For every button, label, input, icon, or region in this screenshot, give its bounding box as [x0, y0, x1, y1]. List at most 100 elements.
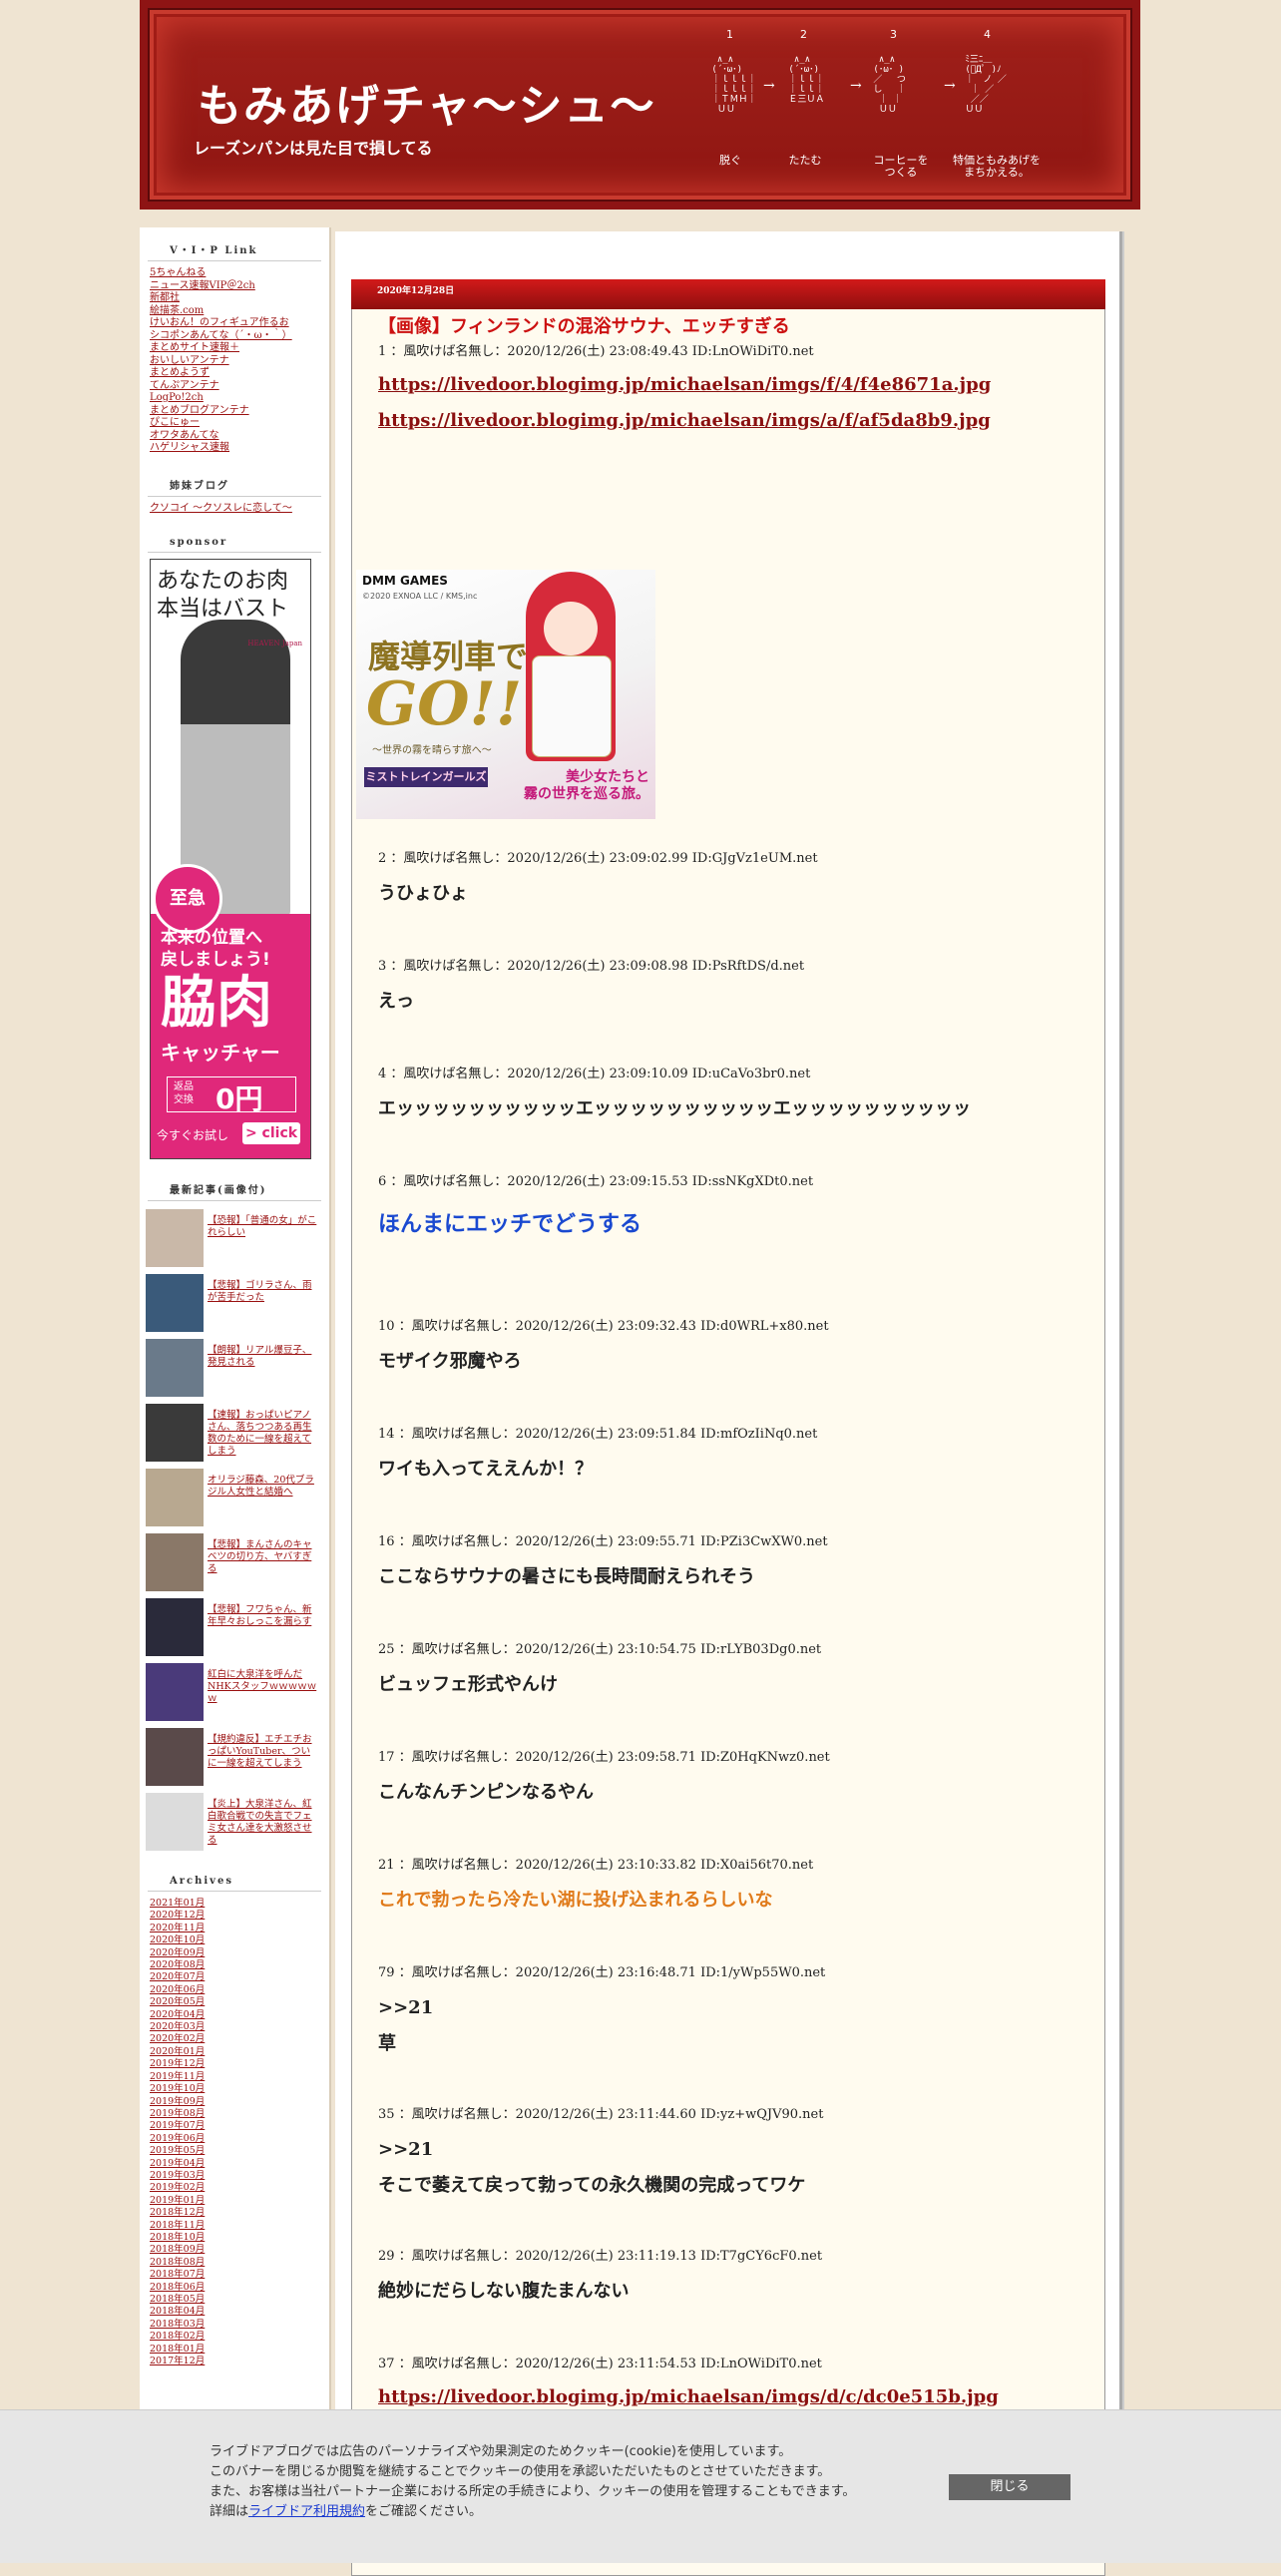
- recent-article-thumbnail[interactable]: [146, 1274, 204, 1332]
- recent-article-thumbnail[interactable]: [146, 1533, 204, 1591]
- archive-link[interactable]: 2019年03月: [150, 2170, 205, 2181]
- archive-link[interactable]: 2020年10月: [150, 1934, 205, 1945]
- vip-item: まとめサイト速報＋: [150, 342, 329, 355]
- image-link[interactable]: https://livedoor.blogimg.jp/michaelsan/i…: [378, 403, 1076, 439]
- vip-link[interactable]: まとめようず: [150, 367, 210, 378]
- recent-article-link[interactable]: 【悲報】まんさんのキャベツの切り方、ヤバすぎる: [208, 1539, 312, 1574]
- archive-link[interactable]: 2018年08月: [150, 2257, 205, 2268]
- recent-article-link[interactable]: オリラジ藤森、20代ブラジル人女性と結婚へ: [208, 1475, 314, 1498]
- ad-click-button[interactable]: > click: [242, 1122, 300, 1144]
- archive-item: 2019年12月: [150, 2058, 329, 2070]
- vip-link[interactable]: ハゲリシャス速報: [150, 442, 229, 453]
- recent-article-link[interactable]: 紅白に大泉洋を呼んだNHKスタッフｗｗｗｗｗｗ: [208, 1669, 316, 1704]
- vip-link[interactable]: まとめブログアンテナ: [150, 405, 249, 416]
- recent-article-thumbnail[interactable]: [146, 1404, 204, 1462]
- reply-anchor[interactable]: >>21: [378, 1992, 1076, 2024]
- recent-article-link[interactable]: 【規約違反】エチエチおっぱいYouTuber、ついに一線を超えてしまう: [208, 1734, 312, 1769]
- archive-link[interactable]: 2019年10月: [150, 2083, 205, 2094]
- terms-link[interactable]: ライブドア利用規約: [248, 2504, 365, 2519]
- reply-anchor[interactable]: >>21: [378, 2134, 1076, 2166]
- recent-article-item[interactable]: 【悲報】フワちゃん、新年早々おしっこを漏らす: [146, 1596, 329, 1661]
- archive-link[interactable]: 2018年03月: [150, 2319, 205, 2330]
- vip-link[interactable]: まとめサイト速報＋: [150, 342, 239, 353]
- recent-article-link[interactable]: 【朗報】リアル爆豆子、発見される: [208, 1345, 311, 1368]
- recent-article-link[interactable]: 【速報】おっぱいピアノさん、落ちつつある再生数のために一線を超えてしまう: [208, 1410, 312, 1457]
- archive-link[interactable]: 2018年10月: [150, 2232, 205, 2243]
- game-ad-banner[interactable]: DMM GAMES ©2020 EXNOA LLC / KMS,inc 魔導列車…: [356, 570, 655, 819]
- archive-link[interactable]: 2020年07月: [150, 1971, 205, 1982]
- archive-link[interactable]: 2019年05月: [150, 2145, 205, 2156]
- recent-article-item[interactable]: オリラジ藤森、20代ブラジル人女性と結婚へ: [146, 1467, 329, 1531]
- vip-link[interactable]: ニュース速報VIP＠2ch: [150, 280, 255, 291]
- archive-link[interactable]: 2018年06月: [150, 2282, 205, 2293]
- archive-link[interactable]: 2020年09月: [150, 1947, 205, 1958]
- archive-link[interactable]: 2020年03月: [150, 2021, 205, 2032]
- archive-link[interactable]: 2019年07月: [150, 2120, 205, 2131]
- recent-article-thumbnail[interactable]: [146, 1663, 204, 1721]
- archive-link[interactable]: 2020年11月: [150, 1923, 205, 1933]
- archive-link[interactable]: 2019年12月: [150, 2058, 205, 2069]
- recent-article-thumbnail[interactable]: [146, 1469, 204, 1526]
- archive-link[interactable]: 2018年11月: [150, 2220, 205, 2231]
- recent-article-thumbnail[interactable]: [146, 1793, 204, 1851]
- recent-article-item[interactable]: 【規約違反】エチエチおっぱいYouTuber、ついに一線を超えてしまう: [146, 1726, 329, 1791]
- archive-link[interactable]: 2020年04月: [150, 2009, 205, 2020]
- vip-link[interactable]: シコポンあんてな（´・ω・｀）: [150, 330, 292, 341]
- archive-link[interactable]: 2018年05月: [150, 2294, 205, 2305]
- sister-blog-link[interactable]: クソコイ ～クソスレに恋して～: [150, 503, 292, 514]
- archive-link[interactable]: 2019年02月: [150, 2182, 205, 2193]
- vip-link[interactable]: おいしいアンテナ: [150, 355, 229, 366]
- vip-link[interactable]: 新都社: [150, 292, 180, 303]
- recent-article-item[interactable]: 【速報】おっぱいピアノさん、落ちつつある再生数のために一線を超えてしまう: [146, 1402, 329, 1467]
- cookie-close-button[interactable]: 閉じる: [949, 2474, 1070, 2500]
- recent-article-item[interactable]: 紅白に大泉洋を呼んだNHKスタッフｗｗｗｗｗｗ: [146, 1661, 329, 1726]
- vip-link[interactable]: LogPo!2ch: [150, 392, 204, 403]
- vip-link[interactable]: 5ちゃんねる: [150, 267, 206, 278]
- recent-article-thumbnail[interactable]: [146, 1598, 204, 1656]
- recent-article-item[interactable]: 【悲報】まんさんのキャベツの切り方、ヤバすぎる: [146, 1531, 329, 1596]
- entry-title[interactable]: 【画像】フィンランドの混浴サウナ、エッチすぎる: [378, 312, 790, 338]
- archive-link[interactable]: 2020年02月: [150, 2033, 205, 2044]
- recent-article-link[interactable]: 【恐報】「普通の女」がこれらしい: [208, 1215, 316, 1238]
- archive-link[interactable]: 2018年04月: [150, 2306, 205, 2317]
- recent-article-thumbnail[interactable]: [146, 1728, 204, 1786]
- archive-link[interactable]: 2019年11月: [150, 2071, 205, 2082]
- archive-link[interactable]: 2017年12月: [150, 2356, 205, 2366]
- archive-link[interactable]: 2020年06月: [150, 1984, 205, 1995]
- recent-article-link[interactable]: 【悲報】フワちゃん、新年早々おしっこを漏らす: [208, 1604, 312, 1627]
- vip-link[interactable]: ぴこにゅー: [150, 417, 200, 428]
- cookie-line: このバナーを閉じるか閲覧を継続することでクッキーの使用を承認いただいたものとさせ…: [210, 2464, 831, 2479]
- archive-link[interactable]: 2020年01月: [150, 2046, 205, 2057]
- vip-link[interactable]: けいおん！のフィギュア作るお: [150, 317, 289, 328]
- archive-link[interactable]: 2018年09月: [150, 2244, 205, 2255]
- recent-article-link[interactable]: 【悲報】ゴリラさん、雨が苦手だった: [208, 1280, 312, 1303]
- archive-link[interactable]: 2019年08月: [150, 2108, 205, 2119]
- recent-article-thumbnail[interactable]: [146, 1209, 204, 1267]
- recent-article-link[interactable]: 【炎上】大泉洋さん、紅白歌合戦での失言でフェミ女さん達を大激怒させる: [208, 1799, 312, 1846]
- ad-brand-logo: HEAVEN Japan: [247, 640, 302, 647]
- recent-article-item[interactable]: 【炎上】大泉洋さん、紅白歌合戦での失言でフェミ女さん達を大激怒させる: [146, 1791, 329, 1856]
- archive-link[interactable]: 2020年12月: [150, 1910, 205, 1921]
- recent-article-item[interactable]: 【朗報】リアル爆豆子、発見される: [146, 1337, 329, 1402]
- archive-link[interactable]: 2019年06月: [150, 2133, 205, 2144]
- sponsor-ad-banner[interactable]: あなたのお肉 本当はバスト HEAVEN Japan 至急 本来の位置へ 戻しま…: [150, 559, 311, 1159]
- archive-link[interactable]: 2018年01月: [150, 2344, 205, 2355]
- archive-link[interactable]: 2019年01月: [150, 2195, 205, 2206]
- archive-link[interactable]: 2020年08月: [150, 1959, 205, 1970]
- recent-articles-heading: 最新記事(画像付): [148, 1181, 321, 1201]
- archive-link[interactable]: 2020年05月: [150, 1996, 205, 2007]
- archive-link[interactable]: 2018年07月: [150, 2269, 205, 2280]
- archive-link[interactable]: 2018年02月: [150, 2331, 205, 2342]
- site-title[interactable]: もみあげチャ～シュ～: [198, 70, 656, 134]
- archive-link[interactable]: 2019年09月: [150, 2096, 205, 2107]
- vip-link[interactable]: 絵描茶.com: [150, 305, 204, 316]
- vip-link[interactable]: てんぷアンテナ: [150, 380, 219, 391]
- archive-link[interactable]: 2019年04月: [150, 2158, 205, 2169]
- vip-link[interactable]: オワタあんてな: [150, 430, 219, 441]
- archive-link[interactable]: 2021年01月: [150, 1898, 205, 1909]
- archive-link[interactable]: 2018年12月: [150, 2207, 205, 2218]
- image-link[interactable]: https://livedoor.blogimg.jp/michaelsan/i…: [378, 367, 1076, 403]
- recent-article-item[interactable]: 【悲報】ゴリラさん、雨が苦手だった: [146, 1272, 329, 1337]
- recent-article-thumbnail[interactable]: [146, 1339, 204, 1397]
- recent-article-item[interactable]: 【恐報】「普通の女」がこれらしい: [146, 1207, 329, 1272]
